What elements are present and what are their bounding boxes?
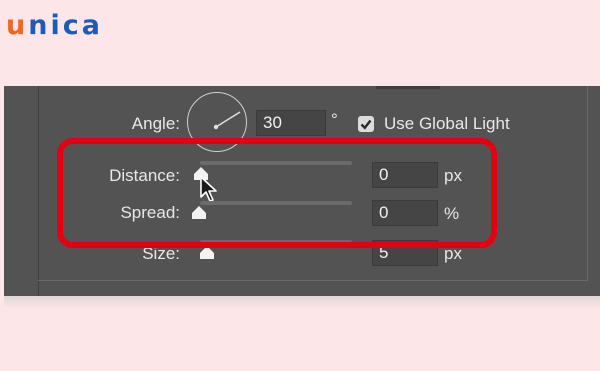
check-icon bbox=[360, 119, 372, 130]
logo-text: nica bbox=[28, 10, 103, 41]
logo-letter-u: u bbox=[6, 10, 29, 41]
angle-unit: ° bbox=[331, 110, 338, 129]
angle-input[interactable]: 30 bbox=[256, 110, 326, 136]
use-global-light-checkbox[interactable] bbox=[358, 116, 374, 132]
unica-logo: unica bbox=[6, 10, 103, 42]
highlight-box bbox=[57, 138, 497, 248]
use-global-light-label: Use Global Light bbox=[384, 114, 510, 133]
panel-divider bbox=[38, 86, 39, 296]
angle-label: Angle: bbox=[131, 114, 180, 133]
panel-divider bbox=[587, 86, 588, 280]
field-edge bbox=[376, 86, 440, 89]
panel-divider bbox=[38, 280, 588, 281]
panel-shadow bbox=[4, 296, 600, 308]
